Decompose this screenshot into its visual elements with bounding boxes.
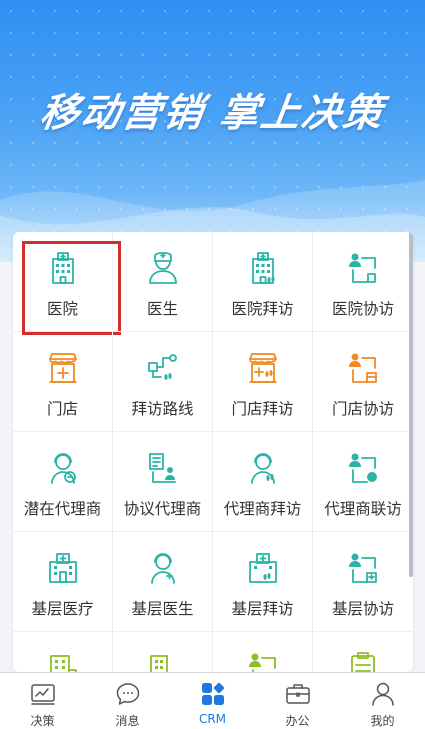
visit-route-icon [145,350,181,386]
module-label: 协议代理商 [123,500,202,518]
clinic-visit-icon [245,550,281,586]
crm-grid-icon [200,681,226,707]
module-clinic-visit[interactable]: 基层拜访 [213,532,313,632]
hospital-assist-visit-icon [345,250,381,286]
tab-trend-chart[interactable]: 决策 [0,673,85,729]
module-building-chart[interactable] [113,632,213,672]
module-clinic-assist-visit[interactable]: 基层协访 [313,532,413,632]
building-chart-icon [145,650,181,672]
tab-crm-grid[interactable]: CRM [170,673,255,729]
module-label: 门店协访 [331,400,394,418]
tab-label: 消息 [115,714,140,728]
module-label: 代理商联访 [324,500,402,518]
module-potential-agent[interactable]: 潜在代理商 [13,432,113,532]
module-label: 基层拜访 [231,600,294,618]
store-assist-visit-icon [345,350,381,386]
module-label: 医院拜访 [231,300,294,318]
tab-label: 决策 [30,714,55,728]
trend-chart-icon [30,681,56,707]
briefcase-icon [285,681,311,707]
tab-briefcase[interactable]: 办公 [255,673,340,729]
module-person-report[interactable] [213,632,313,672]
module-agent-joint-visit[interactable]: 代理商联访 [313,432,413,532]
contract-agent-icon [145,450,181,486]
potential-agent-icon [45,450,81,486]
module-hospital[interactable]: 医院 [13,232,121,335]
tab-chat-bubble[interactable]: 消息 [85,673,170,729]
building-icon [45,650,81,672]
agent-joint-visit-icon [345,450,381,486]
module-hospital-assist-visit[interactable]: 医院协访 [313,232,413,332]
module-agent-visit[interactable]: 代理商拜访 [213,432,313,532]
store-visit-icon [245,350,281,386]
module-clinic[interactable]: 基层医疗 [13,532,113,632]
tab-label: 我的 [370,714,395,728]
module-label: 拜访路线 [131,400,194,418]
module-store-assist-visit[interactable]: 门店协访 [313,332,413,432]
banner-slogan: 移动营销 掌上决策 [37,91,387,136]
module-label: 医院协访 [331,300,394,318]
tab-label: CRM [198,712,227,726]
store-icon [45,350,81,386]
crm-module-grid: 医院 医生 医院拜访 医院协访 门店 拜访路线 门店拜访 门店协访潜在代理商 协议代理商… [13,232,413,672]
doctor-icon [145,250,181,286]
scrollbar[interactable] [409,232,413,577]
module-contract-agent[interactable]: 协议代理商 [113,432,213,532]
hospital-visit-icon [245,250,281,286]
clinic-icon [45,550,81,586]
module-label: 医生 [146,300,178,318]
hospital-icon [45,250,81,286]
clinic-doctor-icon [145,550,181,586]
user-icon [370,681,396,707]
module-label: 门店 [46,400,78,418]
module-building[interactable] [13,632,113,672]
clinic-assist-visit-icon [345,550,381,586]
module-store-visit[interactable]: 门店拜访 [213,332,313,432]
module-label: 代理商拜访 [223,500,302,518]
module-label: 潜在代理商 [23,500,102,518]
checklist-icon [345,650,381,672]
module-label: 门店拜访 [231,400,294,418]
module-clinic-doctor[interactable]: 基层医生 [113,532,213,632]
module-label: 基层医生 [131,600,194,618]
module-label: 基层协访 [331,600,394,618]
person-report-icon [245,650,281,672]
agent-visit-icon [245,450,281,486]
tab-label: 办公 [285,714,310,728]
module-hospital-visit[interactable]: 医院拜访 [213,232,313,332]
module-label: 医院 [46,300,78,318]
module-visit-route[interactable]: 拜访路线 [113,332,213,432]
chat-bubble-icon [115,681,141,707]
banner: 移动营销 掌上决策 [0,0,425,262]
module-label: 基层医疗 [31,600,94,618]
module-checklist[interactable] [313,632,413,672]
tab-user[interactable]: 我的 [340,673,425,729]
bottom-tab-bar: 决策 消息 CRM 办公 我的 [0,672,425,729]
module-store[interactable]: 门店 [13,332,113,432]
module-doctor[interactable]: 医生 [113,232,213,332]
